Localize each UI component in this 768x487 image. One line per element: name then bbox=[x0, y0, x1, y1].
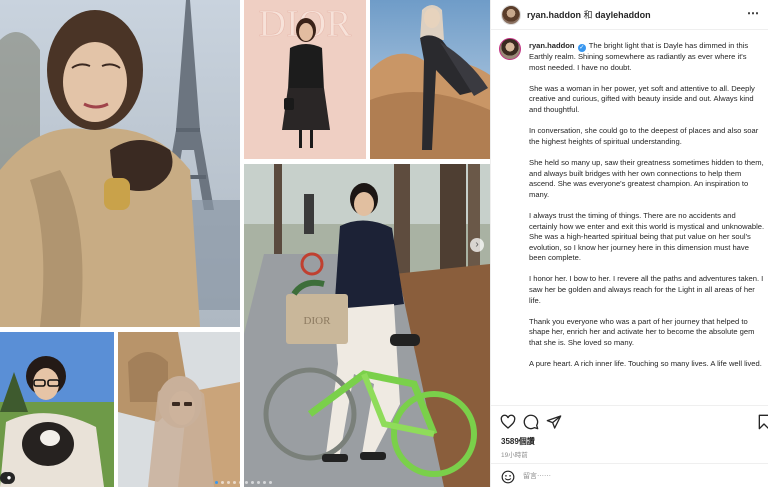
author-conjunction: 和 bbox=[583, 10, 593, 20]
avatar[interactable] bbox=[501, 4, 521, 25]
caption-paragraph: She was a woman in her power, yet soft a… bbox=[529, 83, 755, 114]
caption-paragraph: A pure heart. A rich inner life. Touchin… bbox=[529, 359, 762, 369]
carousel-dot bbox=[269, 481, 272, 484]
heart-icon[interactable] bbox=[500, 414, 516, 430]
post-sidebar: ryan.haddon 和 daylehaddon ⋯ ryan.haddon … bbox=[490, 0, 768, 487]
comment-input[interactable] bbox=[523, 469, 759, 483]
comment-bar bbox=[491, 463, 768, 487]
carousel-dots bbox=[215, 481, 272, 484]
carousel-dot bbox=[227, 481, 230, 484]
post-timestamp[interactable]: 19小時前 bbox=[501, 449, 528, 459]
like-count[interactable]: 3589個讚 bbox=[501, 436, 535, 447]
caption-paragraph: In conversation, she could go to the dee… bbox=[529, 126, 759, 146]
caption-paragraph: Thank you everyone who was a part of her… bbox=[529, 316, 755, 348]
post-authors: ryan.haddon 和 daylehaddon bbox=[527, 8, 651, 21]
photo-sphinx bbox=[118, 332, 240, 487]
carousel-dot bbox=[233, 481, 236, 484]
comment-icon[interactable] bbox=[523, 414, 539, 430]
photo-with-dog bbox=[0, 332, 114, 487]
emoji-icon[interactable] bbox=[501, 470, 515, 484]
author-link[interactable]: ryan.haddon bbox=[527, 10, 581, 20]
photo-eiffel-tower-portrait bbox=[0, 0, 240, 327]
carousel-dot bbox=[239, 481, 242, 484]
carousel-dot-active bbox=[215, 481, 218, 484]
bag-brand-text: DIOR bbox=[304, 315, 332, 327]
carousel-dot bbox=[257, 481, 260, 484]
carousel-dot bbox=[245, 481, 248, 484]
carousel-dot bbox=[221, 481, 224, 484]
caption-area: ryan.haddon ✓ The bright light that is D… bbox=[499, 38, 765, 403]
carousel-dot bbox=[251, 481, 254, 484]
photo-dior-event: DIOR bbox=[244, 0, 366, 159]
caption-paragraph: ryan.haddon ✓ The bright light that is D… bbox=[529, 41, 765, 73]
caption-paragraph: I always trust the timing of things. The… bbox=[529, 210, 765, 263]
tag-user-icon[interactable]: ● bbox=[3, 472, 15, 484]
caption-text: ryan.haddon ✓ The bright light that is D… bbox=[529, 41, 765, 380]
photo-desert-dunes bbox=[370, 0, 490, 159]
caption-username[interactable]: ryan.haddon bbox=[529, 41, 575, 50]
chevron-right-icon[interactable]: › bbox=[470, 238, 484, 252]
carousel-dot bbox=[263, 481, 266, 484]
post-header: ryan.haddon 和 daylehaddon ⋯ bbox=[491, 0, 768, 30]
caption-paragraph: She held so many up, saw their greatness… bbox=[529, 157, 764, 199]
verified-icon: ✓ bbox=[577, 44, 586, 52]
coauthor-link[interactable]: daylehaddon bbox=[595, 10, 651, 20]
caption-paragraph: I honor her. I bow to her. I revere all … bbox=[529, 274, 764, 305]
share-icon[interactable] bbox=[546, 414, 562, 430]
photo-bicycle-paris: DIOR bbox=[244, 164, 490, 487]
more-icon[interactable]: ⋯ bbox=[747, 7, 760, 19]
post-media-carousel[interactable]: DIOR › ● bbox=[0, 0, 490, 487]
bookmark-icon[interactable] bbox=[756, 414, 768, 430]
post-actions bbox=[491, 405, 768, 437]
avatar[interactable] bbox=[499, 38, 521, 60]
